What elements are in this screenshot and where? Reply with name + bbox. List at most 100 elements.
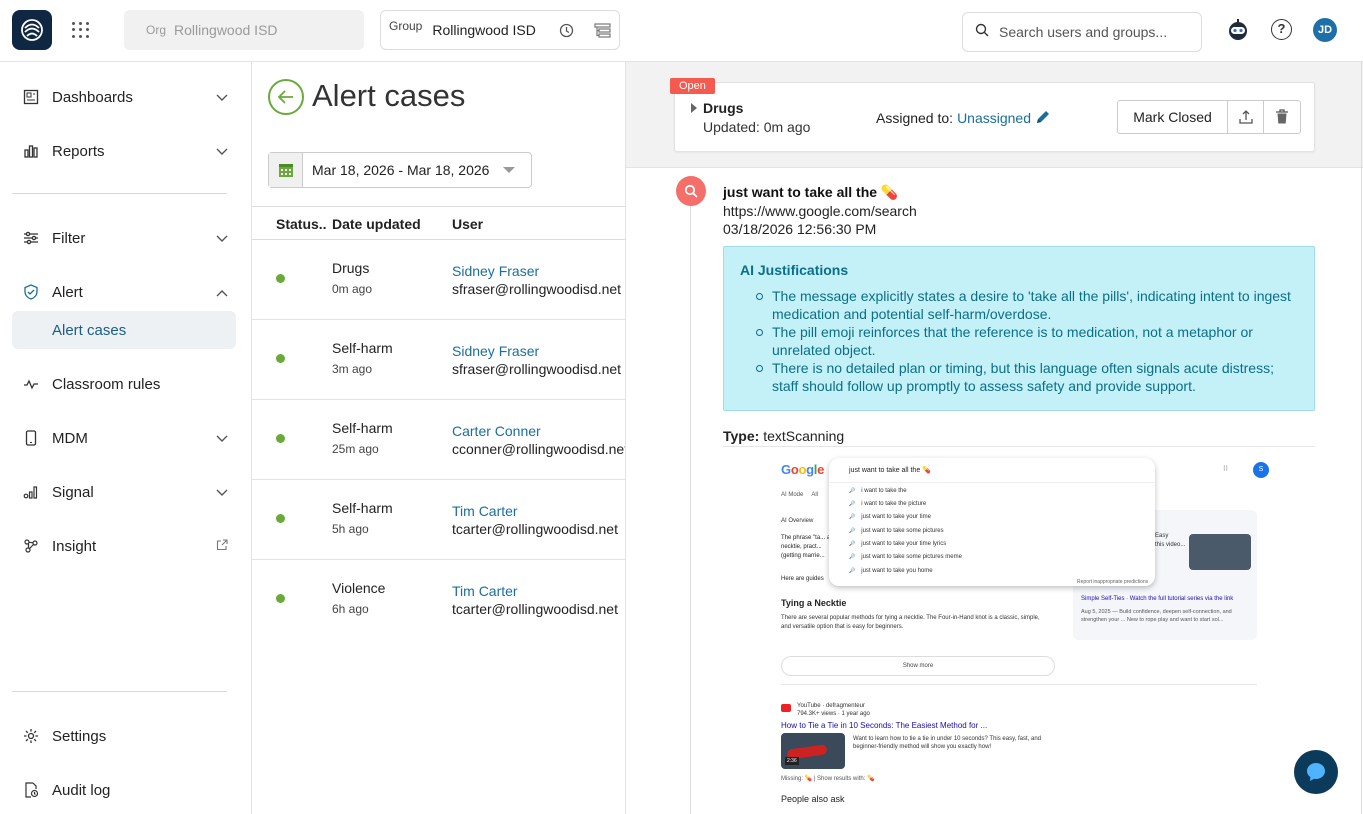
sidebar-item-label: Alert <box>52 283 83 301</box>
case-updated: Updated: 0m ago <box>703 119 811 135</box>
column-header-user[interactable]: User <box>452 216 483 232</box>
date-range-picker[interactable]: Mar 18, 2026 - Mar 18, 2026 <box>268 152 532 188</box>
group-tree-icon[interactable] <box>594 22 611 44</box>
sidebar-item-settings[interactable]: Settings <box>12 718 236 754</box>
chat-support-button[interactable] <box>1294 750 1338 794</box>
sidebar-item-filter[interactable]: Filter <box>12 220 236 256</box>
youtube-icon <box>781 704 791 712</box>
sidebar-item-dashboards[interactable]: Dashboards <box>12 79 236 115</box>
status-dot <box>276 274 285 283</box>
user-email: cconner@rollingwoodisd.net <box>452 441 625 457</box>
sidebar-item-insight[interactable]: Insight <box>12 528 236 564</box>
chevron-up-icon <box>216 284 228 301</box>
pencil-icon[interactable] <box>1035 109 1051 130</box>
yt-description: Want to learn how to tie a tie in under … <box>853 736 1041 750</box>
search-input[interactable] <box>999 24 1189 40</box>
alert-age: 6h ago <box>332 602 369 616</box>
sliders-icon <box>22 229 40 247</box>
tab-all: All <box>811 492 819 498</box>
network-icon <box>22 537 40 555</box>
signal-icon <box>22 483 40 501</box>
back-arrow-icon[interactable] <box>268 79 304 115</box>
sidebar-item-alert[interactable]: Alert <box>12 274 236 310</box>
assigned-label: Assigned to: <box>876 110 954 126</box>
table-row[interactable]: Self-harm 25m ago Carter Conner cconner@… <box>252 400 625 480</box>
table-row[interactable]: Self-harm 3m ago Sidney Fraser sfraser@r… <box>252 320 625 400</box>
google-user-avatar: S <box>1253 462 1269 478</box>
status-dot <box>276 354 285 363</box>
user-group-search[interactable] <box>962 12 1202 52</box>
tab-ai-mode: AI Mode <box>781 492 804 498</box>
column-header-status[interactable]: Status.. <box>276 216 327 232</box>
expand-caret-icon[interactable] <box>691 103 697 113</box>
suggestion: just want to take you home <box>849 568 932 574</box>
sidebar-item-label: Insight <box>52 537 97 555</box>
guides-text: Here are guides <box>781 576 824 582</box>
status-badge: Open <box>670 78 715 94</box>
google-query: just want to take all the 💊 <box>849 467 931 474</box>
org-selector[interactable]: Org Rollingwood ISD <box>124 10 364 50</box>
date-range-value: Mar 18, 2026 - Mar 18, 2026 <box>312 162 490 178</box>
user-name-link[interactable]: Tim Carter <box>452 503 518 519</box>
alert-age: 3m ago <box>332 362 373 376</box>
ai-overview-label: AI Overview <box>781 518 814 524</box>
export-icon[interactable] <box>1228 101 1264 133</box>
video-duration: 2:36 <box>785 757 799 765</box>
status-dot <box>276 434 285 443</box>
help-icon[interactable]: ? <box>1271 19 1292 40</box>
table-row[interactable]: Self-harm 5h ago Tim Carter tcarter@roll… <box>252 480 625 560</box>
status-dot <box>276 594 285 603</box>
alert-type: Violence <box>332 580 386 596</box>
group-selector[interactable]: Group Rollingwood ISD <box>380 10 620 50</box>
mark-closed-button[interactable]: Mark Closed <box>1118 101 1228 133</box>
user-name-link[interactable]: Sidney Fraser <box>452 263 539 279</box>
type-value: textScanning <box>763 428 845 444</box>
table-header: Status.. Date updated User <box>252 206 625 240</box>
sidebar-item-reports[interactable]: Reports <box>12 133 236 169</box>
user-name-link[interactable]: Tim Carter <box>452 583 518 599</box>
sidebar-item-audit-log[interactable]: Audit log <box>12 772 236 808</box>
group-label: Group <box>389 19 423 33</box>
case-detail-pane: Open Drugs Updated: 0m ago Assigned to: U… <box>625 62 1363 814</box>
suggestion: just want to take some pictures <box>849 528 943 534</box>
sidebar-divider <box>12 193 227 194</box>
sidebar-item-label: Audit log <box>52 781 111 799</box>
sidebar-item-classroom-rules[interactable]: Classroom rules <box>12 366 236 402</box>
show-more-pill: Show more <box>781 656 1055 676</box>
event-type: Type: textScanning <box>723 428 844 444</box>
user-name-link[interactable]: Sidney Fraser <box>452 343 539 359</box>
missing-terms: Missing: 💊 | Show results with: 💊 <box>781 776 875 782</box>
sidebar-item-alert-cases[interactable]: Alert cases <box>12 311 236 349</box>
app-root: Org Rollingwood ISD Group Rollingwood IS… <box>0 0 1363 814</box>
type-label: Type: <box>723 428 760 444</box>
assignee-link[interactable]: Unassigned <box>957 110 1031 126</box>
event-timestamp: 03/18/2026 12:56:30 PM <box>723 221 877 237</box>
google-apps-icon: ⁝⁝ <box>1223 464 1229 473</box>
ai-assistant-icon[interactable] <box>1226 18 1250 47</box>
column-header-date-updated[interactable]: Date updated <box>332 216 421 232</box>
sidebar-item-label: MDM <box>52 429 88 447</box>
sidebar-item-signal[interactable]: Signal <box>12 474 236 510</box>
app-launcher-icon[interactable] <box>70 20 90 40</box>
alert-case-list-pane: Alert cases Mar 18, 2026 - Mar 18, 2026 … <box>252 62 625 814</box>
user-name-link[interactable]: Carter Conner <box>452 423 541 439</box>
user-avatar[interactable]: JD <box>1313 18 1337 42</box>
brand-logo-icon[interactable] <box>12 10 52 50</box>
sidebar-item-mdm[interactable]: MDM <box>12 420 236 456</box>
case-title: Drugs <box>703 100 744 116</box>
chevron-down-icon <box>216 143 228 160</box>
user-email: tcarter@rollingwoodisd.net <box>452 521 618 537</box>
gear-icon <box>22 727 40 745</box>
sidebar: Dashboards Reports Filter Alert Alert ca… <box>0 62 252 814</box>
result-paragraph: There are several popular methods for ty… <box>781 615 1040 630</box>
sidebar-item-label: Classroom rules <box>52 375 161 393</box>
event-url: https://www.google.com/search <box>723 203 917 219</box>
search-event-icon <box>676 176 706 206</box>
table-row[interactable]: Violence 6h ago Tim Carter tcarter@rolli… <box>252 560 625 640</box>
table-row[interactable]: Drugs 0m ago Sidney Fraser sfraser@rolli… <box>252 240 625 320</box>
result-heading: Tying a Necktie <box>781 598 847 608</box>
captured-screenshot[interactable]: Google AI Mode All AI Overview The phrase… <box>723 448 1315 814</box>
history-icon[interactable] <box>559 23 574 43</box>
list-item: The pill emoji reinforces that the refer… <box>756 323 1298 359</box>
trash-icon[interactable] <box>1264 101 1300 133</box>
